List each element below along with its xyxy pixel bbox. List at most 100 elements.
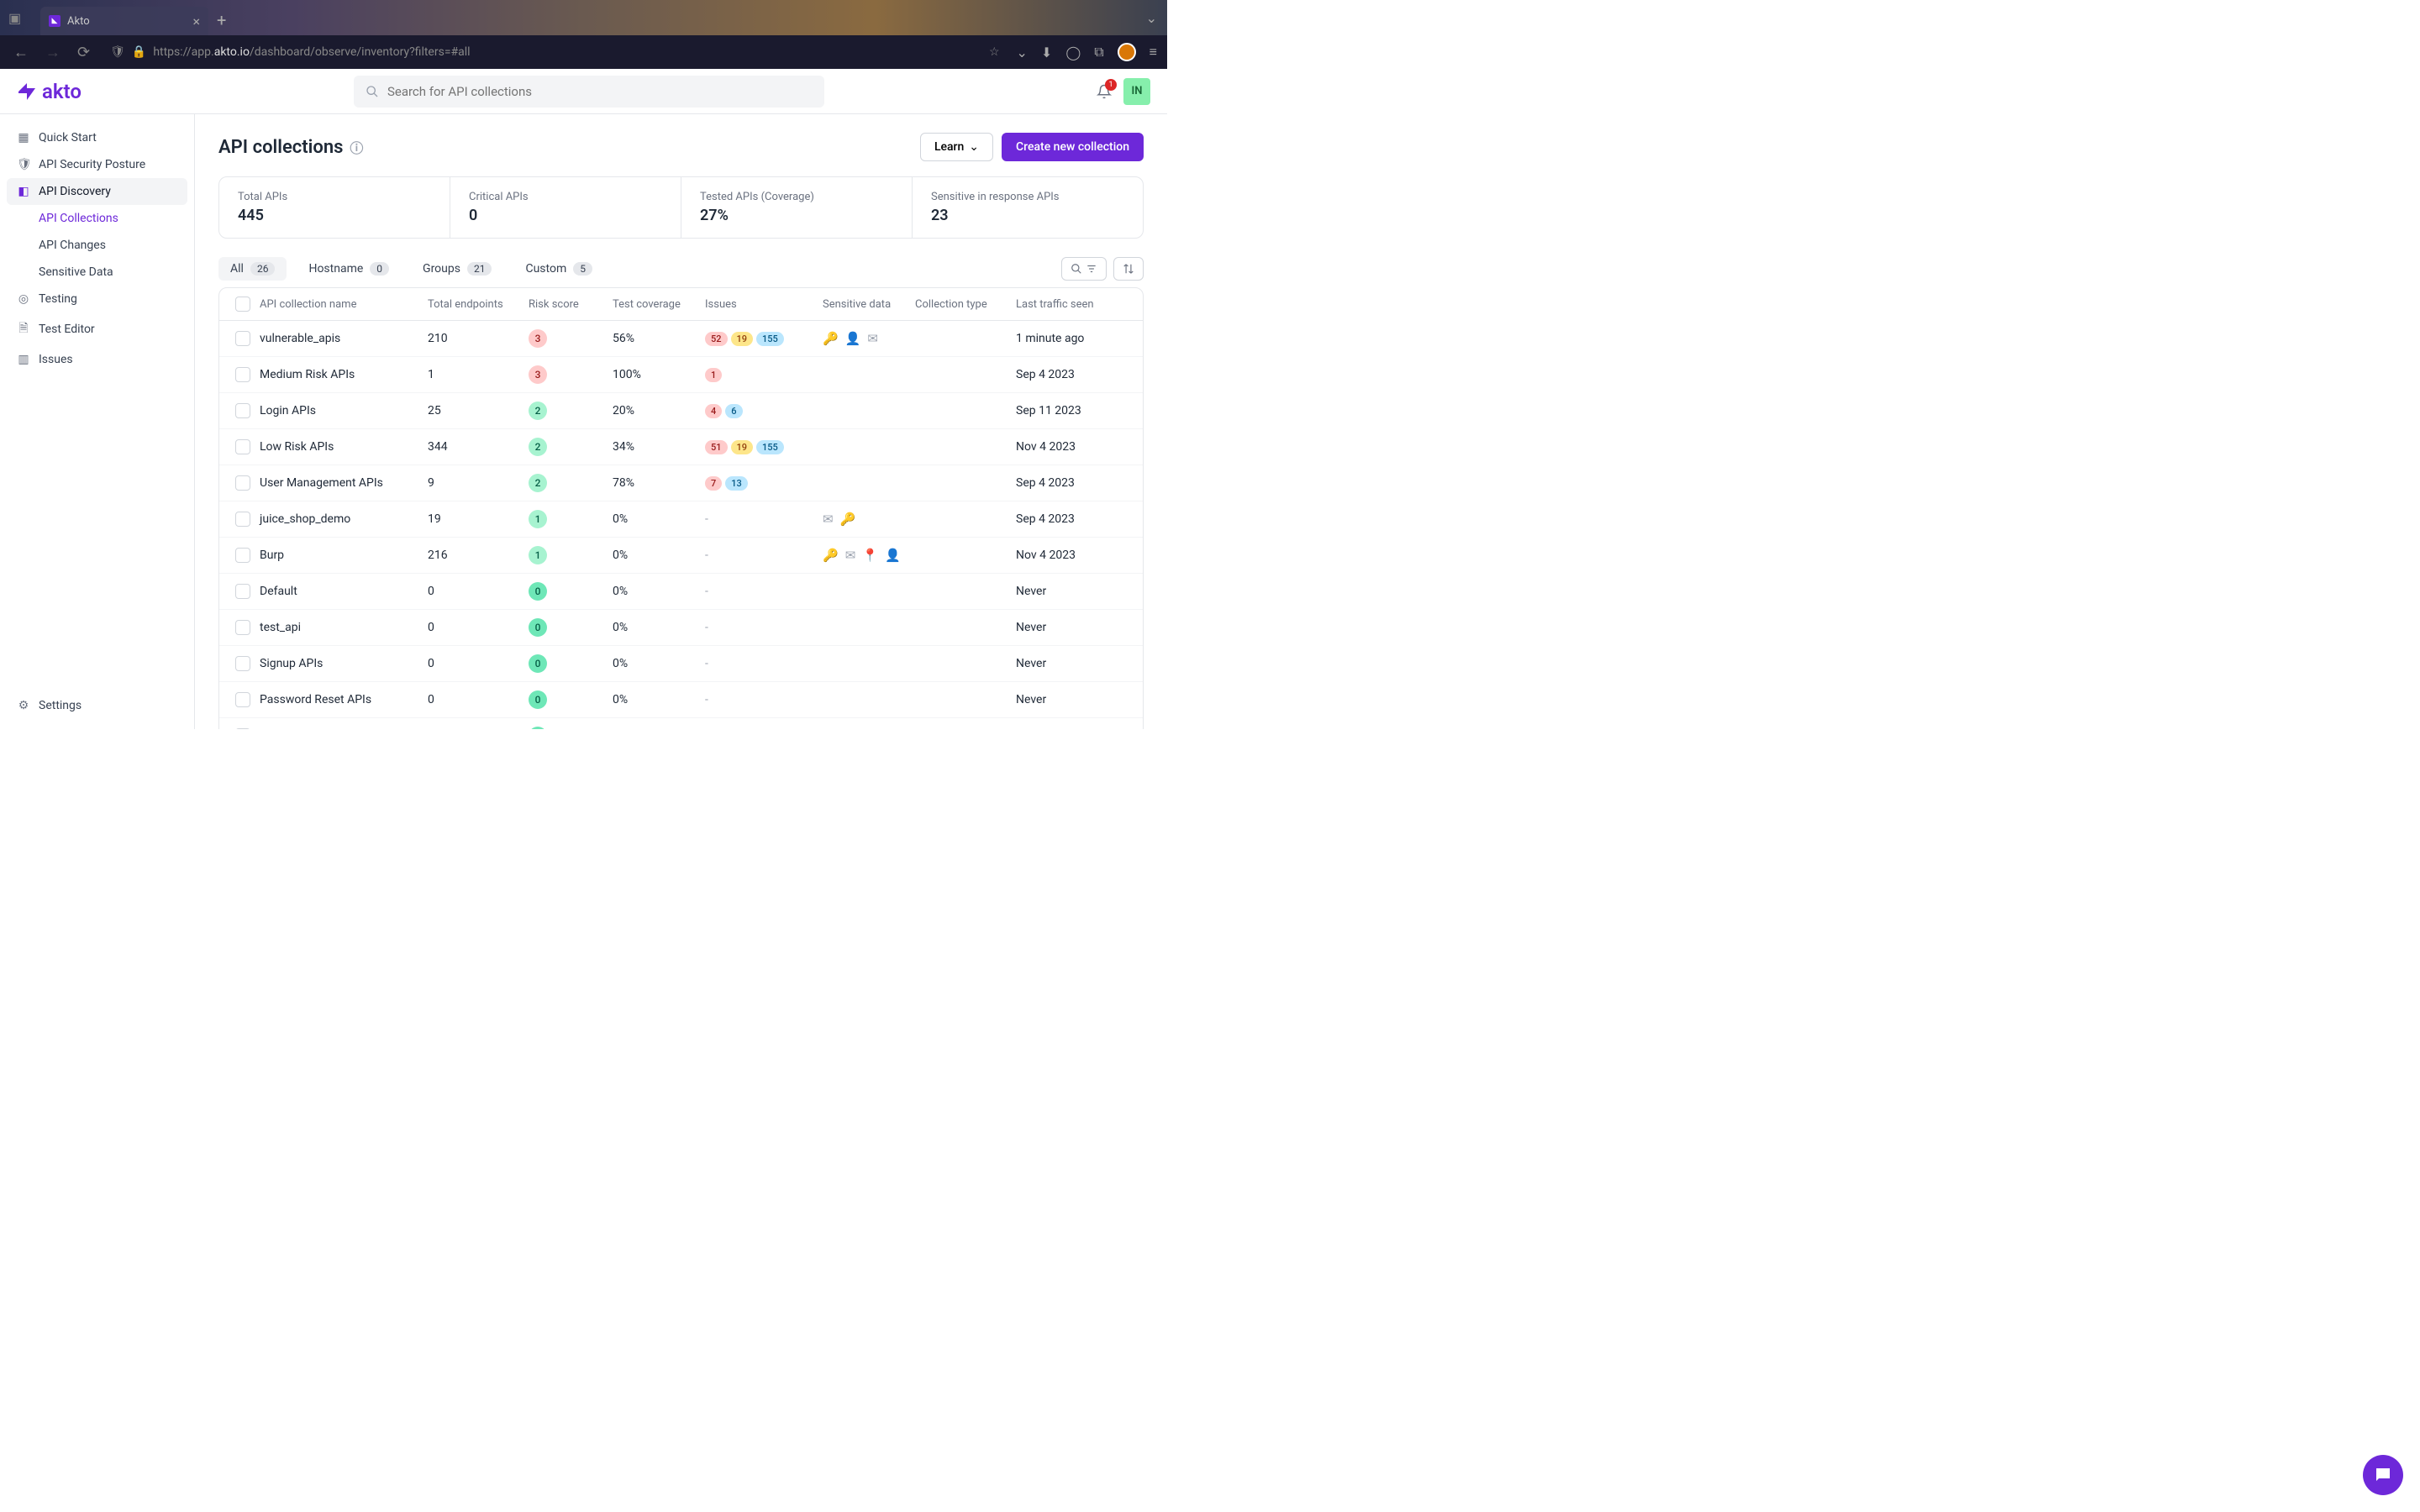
- sidebar-item-label: API Discovery: [39, 185, 111, 198]
- pocket-icon[interactable]: ⌄: [1017, 45, 1028, 60]
- risk-badge: 0: [529, 582, 547, 601]
- row-checkbox[interactable]: [235, 475, 250, 491]
- table-row[interactable]: Low Risk APIs 344 2 34% 5119155 Nov 4 20…: [219, 429, 1143, 465]
- sidebar-toggle-icon[interactable]: ▣: [8, 10, 21, 26]
- search-input[interactable]: [387, 84, 813, 99]
- account-icon[interactable]: ◯: [1065, 45, 1081, 60]
- col-type[interactable]: Collection type: [915, 298, 1016, 311]
- sidebar-item-label: Settings: [39, 699, 82, 712]
- row-checkbox[interactable]: [235, 620, 250, 635]
- col-endpoints[interactable]: Total endpoints: [428, 298, 529, 311]
- row-name: vulnerable_apis: [260, 332, 428, 345]
- row-checkbox[interactable]: [235, 403, 250, 418]
- search-bar[interactable]: [354, 76, 824, 108]
- sensitive-icon: 🔑: [840, 512, 856, 527]
- new-tab-button[interactable]: +: [208, 5, 234, 35]
- row-checkbox[interactable]: [235, 512, 250, 527]
- filter-tab-custom[interactable]: Custom5: [513, 257, 604, 281]
- main-content: API collections ⓘ Learn⌄ Create new coll…: [195, 114, 1167, 729]
- table-row[interactable]: Signup APIs 0 0 0% - Never: [219, 646, 1143, 682]
- sensitive-icon: 👤: [885, 548, 901, 563]
- link-icon: ◎: [17, 292, 30, 306]
- row-traffic: Never: [1016, 621, 1134, 634]
- filter-tab-hostname[interactable]: Hostname0: [297, 257, 401, 281]
- risk-badge: 0: [529, 727, 547, 729]
- logo[interactable]: akto: [17, 80, 82, 103]
- profile-icon[interactable]: [1118, 43, 1136, 61]
- risk-badge: 2: [529, 474, 547, 492]
- sensitive-icon: 🔑: [823, 548, 839, 563]
- table-row[interactable]: Default 0 0 0% - Never: [219, 574, 1143, 610]
- table-row[interactable]: User Management APIs 9 2 78% 713 Sep 4 2…: [219, 465, 1143, 501]
- learn-button[interactable]: Learn⌄: [920, 133, 993, 161]
- table-row[interactable]: juice_shop_demo 19 1 0% - ✉🔑 Sep 4 2023: [219, 501, 1143, 538]
- sidebar-subitem-api-changes[interactable]: API Changes: [7, 232, 187, 259]
- row-traffic: Never: [1016, 693, 1134, 706]
- sidebar-item-security-posture[interactable]: 🛡API Security Posture: [7, 151, 187, 178]
- row-checkbox[interactable]: [235, 367, 250, 382]
- search-filter-button[interactable]: [1061, 257, 1107, 281]
- row-name: juice_shop_demo: [260, 512, 428, 526]
- row-endpoints: 210: [428, 332, 529, 345]
- sidebar-subitem-sensitive-data[interactable]: Sensitive Data: [7, 259, 187, 286]
- download-icon[interactable]: ⬇: [1041, 45, 1052, 60]
- table-row[interactable]: test_api 0 0 0% - Never: [219, 610, 1143, 646]
- sidebar-item-settings[interactable]: ⚙Settings: [7, 692, 187, 719]
- filter-tab-groups[interactable]: Groups21: [411, 257, 503, 281]
- filter-tab-all[interactable]: All26: [218, 257, 287, 281]
- menu-icon[interactable]: ≡: [1150, 44, 1157, 60]
- row-checkbox[interactable]: [235, 331, 250, 346]
- risk-badge: 2: [529, 438, 547, 456]
- tab-list-icon[interactable]: ⌄: [1146, 10, 1157, 26]
- issue-badges: 713: [705, 476, 823, 491]
- sidebar-item-quick-start[interactable]: ▦Quick Start: [7, 124, 187, 151]
- sidebar-item-issues[interactable]: ▥Issues: [7, 346, 187, 373]
- sidebar-subitem-api-collections[interactable]: API Collections: [7, 205, 187, 232]
- bookmark-icon[interactable]: ☆: [989, 45, 1000, 59]
- table-row[interactable]: Login APIs 25 2 20% 46 Sep 11 2023: [219, 393, 1143, 429]
- col-sensitive[interactable]: Sensitive data: [823, 298, 915, 311]
- row-checkbox[interactable]: [235, 584, 250, 599]
- close-tab-icon[interactable]: ×: [192, 13, 200, 29]
- sidebar-item-test-editor[interactable]: 🗎Test Editor: [7, 312, 187, 346]
- reload-button[interactable]: ⟳: [74, 40, 93, 65]
- sidebar-item-api-discovery[interactable]: ◧API Discovery: [7, 178, 187, 205]
- col-coverage[interactable]: Test coverage: [613, 298, 705, 311]
- col-name[interactable]: API collection name: [260, 298, 428, 311]
- row-checkbox[interactable]: [235, 656, 250, 671]
- col-issues[interactable]: Issues: [705, 298, 823, 311]
- sort-button[interactable]: [1113, 257, 1144, 281]
- row-checkbox[interactable]: [235, 548, 250, 563]
- table-row[interactable]: High Risk APIs 0 0 0% - Never: [219, 718, 1143, 729]
- row-checkbox[interactable]: [235, 728, 250, 729]
- sensitive-icon: ✉: [845, 548, 856, 563]
- issue-badge: 19: [731, 332, 754, 346]
- forward-button[interactable]: →: [42, 40, 64, 65]
- browser-tab[interactable]: ◣ Akto ×: [40, 7, 208, 35]
- table-row[interactable]: Medium Risk APIs 1 3 100% 1 Sep 4 2023: [219, 357, 1143, 393]
- filter-count: 21: [467, 262, 492, 276]
- notifications-button[interactable]: 1: [1097, 84, 1112, 99]
- table-row[interactable]: Password Reset APIs 0 0 0% - Never: [219, 682, 1143, 718]
- row-checkbox[interactable]: [235, 692, 250, 707]
- create-collection-button[interactable]: Create new collection: [1002, 133, 1144, 161]
- col-traffic[interactable]: Last traffic seen: [1016, 298, 1134, 311]
- chat-widget[interactable]: [2363, 1455, 2403, 1495]
- issue-badge: 155: [756, 332, 784, 346]
- info-icon[interactable]: ⓘ: [350, 137, 363, 157]
- row-coverage: 78%: [613, 476, 705, 490]
- issue-badge: 155: [756, 440, 784, 454]
- table-row[interactable]: Burp 216 1 0% - 🔑✉📍👤 Nov 4 2023: [219, 538, 1143, 574]
- sidebar-item-testing[interactable]: ◎Testing: [7, 286, 187, 312]
- row-traffic: 1 minute ago: [1016, 332, 1134, 345]
- url-bar[interactable]: 🛡 🔒 https://app.akto.io/dashboard/observ…: [103, 45, 1006, 59]
- row-checkbox[interactable]: [235, 439, 250, 454]
- issue-badge: 4: [705, 404, 722, 418]
- back-button[interactable]: ←: [10, 40, 32, 65]
- avatar[interactable]: IN: [1123, 78, 1150, 105]
- table-row[interactable]: vulnerable_apis 210 3 56% 5219155 🔑👤✉ 1 …: [219, 321, 1143, 357]
- no-issues: -: [705, 549, 708, 562]
- extension-icon[interactable]: ⧉: [1094, 44, 1103, 60]
- col-risk[interactable]: Risk score: [529, 298, 613, 311]
- select-all-checkbox[interactable]: [235, 297, 250, 312]
